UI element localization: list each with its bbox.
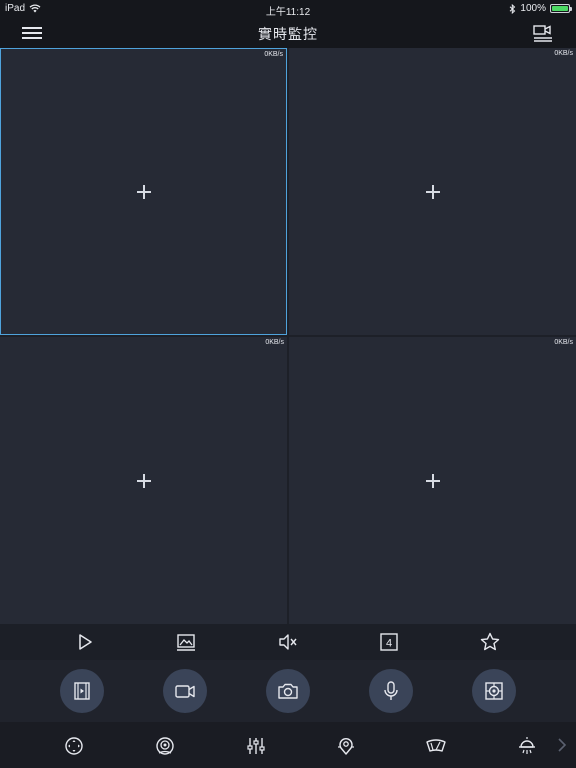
add-camera-icon[interactable] xyxy=(425,473,440,488)
device-list-icon[interactable] xyxy=(532,24,554,42)
status-bar: iPad 上午11:12 100% xyxy=(0,0,576,18)
bitrate-label: 0KB/s xyxy=(264,51,283,58)
target-icon xyxy=(485,682,503,700)
bluetooth-icon xyxy=(510,3,516,14)
battery-fill xyxy=(552,6,568,11)
video-record-button[interactable] xyxy=(60,669,104,713)
action-bar xyxy=(0,660,576,722)
sliders-icon[interactable] xyxy=(245,735,267,757)
nav-bar: 實時監控 xyxy=(0,18,576,48)
add-camera-icon[interactable] xyxy=(136,473,151,488)
add-camera-icon[interactable] xyxy=(425,184,440,199)
play-icon[interactable] xyxy=(74,631,96,653)
bitrate-label: 0KB/s xyxy=(554,50,573,57)
split-count: 4 xyxy=(386,638,392,650)
light-icon[interactable] xyxy=(516,735,538,757)
chevron-right-icon[interactable] xyxy=(556,736,568,754)
bitrate-label: 0KB/s xyxy=(554,339,573,346)
favorite-star-icon[interactable] xyxy=(479,631,501,653)
video-cell-3[interactable]: 0KB/s xyxy=(0,337,287,624)
talk-button[interactable] xyxy=(369,669,413,713)
ptz-target-button[interactable] xyxy=(472,669,516,713)
playback-toolbar: 4 xyxy=(0,624,576,660)
battery-percent: 100% xyxy=(520,3,546,14)
video-button[interactable] xyxy=(163,669,207,713)
snapshot-button[interactable] xyxy=(266,669,310,713)
video-cell-1[interactable]: 0KB/s xyxy=(0,48,287,335)
eye-icon[interactable] xyxy=(154,735,176,757)
video-cell-4[interactable]: 0KB/s xyxy=(289,337,576,624)
video-grid: 0KB/s 0KB/s 0KB/s 0KB/s xyxy=(0,48,576,624)
wiper-icon[interactable] xyxy=(425,735,447,757)
microphone-icon xyxy=(384,681,398,700)
mute-icon[interactable] xyxy=(277,631,299,653)
snapshot-icon xyxy=(278,683,298,699)
battery-icon xyxy=(550,4,572,13)
bitrate-label: 0KB/s xyxy=(265,339,284,346)
location-icon[interactable] xyxy=(335,735,357,757)
clock: 上午11:12 xyxy=(265,7,311,18)
video-cell-2[interactable]: 0KB/s xyxy=(289,48,576,335)
ptz-bar xyxy=(0,722,576,768)
ptz-direction-icon[interactable] xyxy=(63,735,85,757)
split-screen-icon[interactable]: 4 xyxy=(378,631,400,653)
image-icon[interactable] xyxy=(175,631,197,653)
camera-icon xyxy=(175,685,195,698)
page-title: 實時監控 xyxy=(258,26,318,42)
video-record-icon xyxy=(74,682,90,700)
add-camera-icon[interactable] xyxy=(136,184,151,199)
